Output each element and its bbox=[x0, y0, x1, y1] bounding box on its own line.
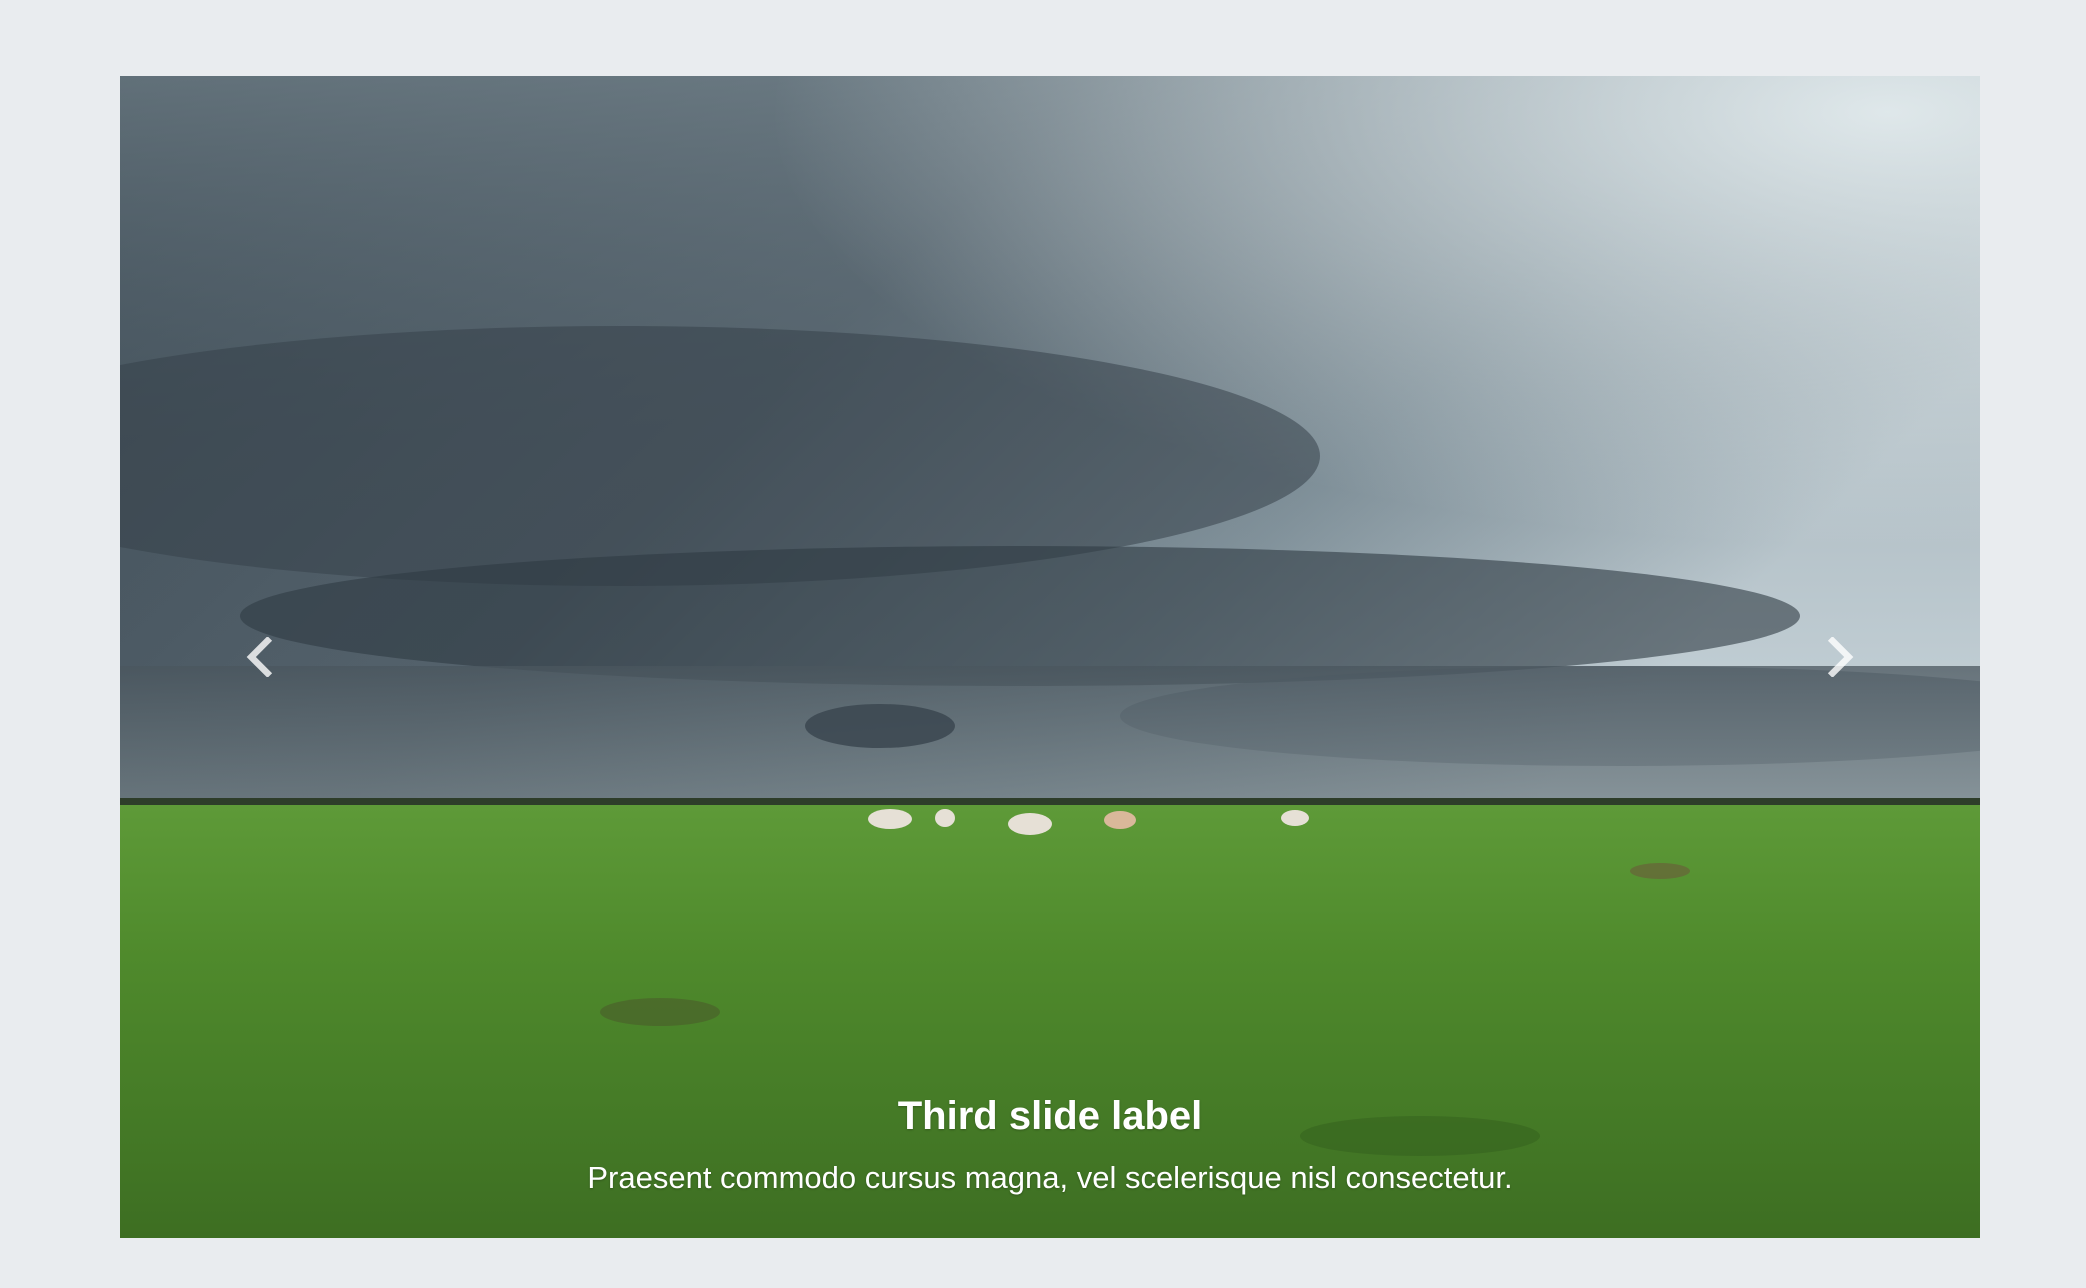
next-slide-button[interactable] bbox=[1700, 76, 1980, 1238]
slide-description: Praesent commodo cursus magna, vel scele… bbox=[587, 1160, 1513, 1195]
page: Third slide label Praesent commodo cursu… bbox=[0, 0, 2086, 1288]
slide-title: Third slide label bbox=[897, 1094, 1203, 1138]
chevron-left-icon bbox=[240, 637, 280, 677]
previous-slide-button[interactable] bbox=[120, 76, 400, 1238]
chevron-right-icon bbox=[1820, 637, 1860, 677]
image-carousel: Third slide label Praesent commodo cursu… bbox=[120, 76, 1980, 1238]
